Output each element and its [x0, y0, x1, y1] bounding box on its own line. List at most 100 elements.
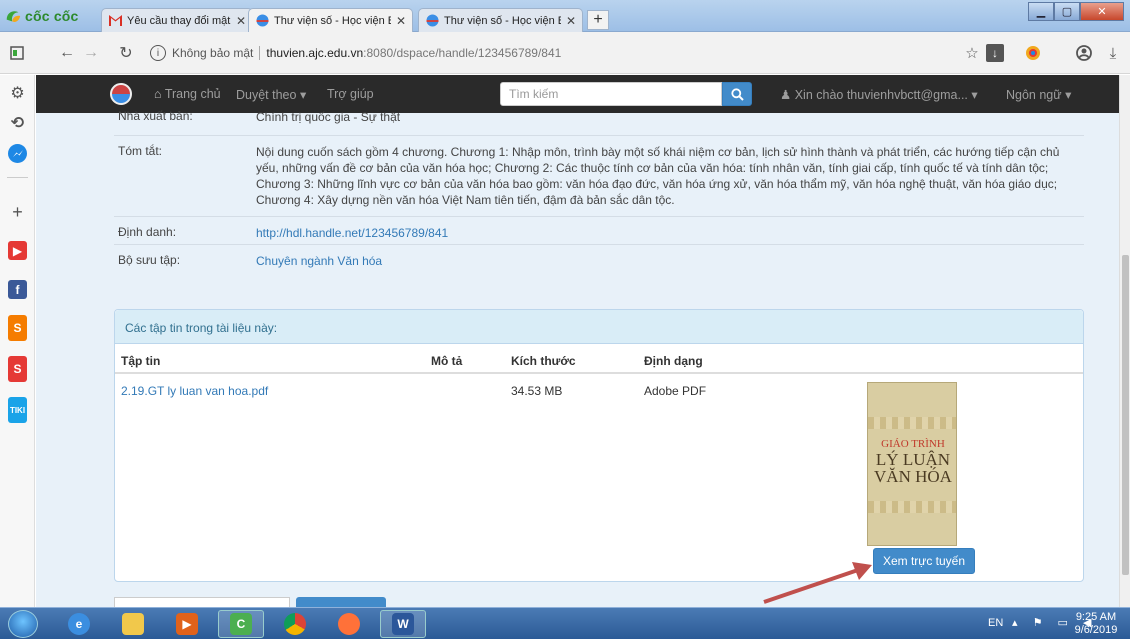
minimize-button[interactable]: ▁	[1028, 2, 1054, 21]
shopee-icon[interactable]: S	[8, 315, 27, 341]
gear-icon[interactable]: ⚙	[8, 83, 27, 102]
user-menu[interactable]: ♟ Xin chào thuvienhvbctt@gma... ▾	[780, 87, 978, 102]
view-online-button[interactable]: Xem trực tuyến	[873, 548, 975, 574]
tiki-icon[interactable]: TIKI	[8, 397, 27, 423]
language-label: Ngôn ngữ	[1006, 88, 1062, 102]
close-window-button[interactable]: ✕	[1080, 2, 1124, 21]
new-tab-button[interactable]: +	[587, 10, 609, 30]
security-label: Không bảo mật	[172, 46, 254, 60]
scrollbar-thumb[interactable]	[1122, 255, 1129, 575]
column-header-size: Kích thước	[511, 354, 576, 368]
language-menu[interactable]: Ngôn ngữ ▾	[1006, 87, 1071, 102]
account-icon[interactable]	[1075, 44, 1093, 62]
browser-titlebar: cốc cốc Yêu cầu thay đổi mật khẩ ✕ Thư v…	[0, 0, 1130, 32]
nav-home-label: Trang chủ	[164, 87, 221, 101]
cover-ornament	[868, 417, 956, 429]
sendo-icon[interactable]: S	[8, 356, 27, 382]
taskbar-coccoc[interactable]: C	[218, 610, 264, 638]
tab-title: Thư viện số - Học viện Bá	[274, 14, 391, 27]
cover-ornament	[868, 501, 956, 513]
internet-explorer-icon: e	[68, 613, 90, 635]
cover-subtitle: GIÁO TRÌNH	[881, 438, 945, 450]
collection-link[interactable]: Chuyên ngành Văn hóa	[256, 253, 1076, 269]
tray-clock[interactable]: 9:25 AM 9/6/2019	[1070, 611, 1122, 637]
taskbar-firefox[interactable]	[326, 610, 372, 638]
header-divider	[115, 372, 1083, 374]
clock-date: 9/6/2019	[1074, 624, 1118, 636]
caret-down-icon: ▾	[971, 88, 978, 102]
bookmark-star-icon[interactable]: ☆	[963, 44, 981, 62]
cover-title: LÝ LUẬN VĂN HÓA	[874, 450, 952, 486]
coccoc-logo-icon	[6, 11, 21, 22]
word-icon: W	[392, 613, 414, 635]
book-cover-thumbnail[interactable]: GIÁO TRÌNH LÝ LUẬN VĂN HÓA	[867, 382, 957, 546]
youtube-icon[interactable]: ▶	[8, 241, 27, 260]
start-button[interactable]	[8, 610, 38, 638]
url-host: thuvien.ajc.edu.vn	[266, 46, 364, 60]
nav-browse-label: Duyệt theo	[236, 88, 297, 102]
clock-time: 9:25 AM	[1075, 611, 1117, 623]
metadata-row-publisher: Nhà xuất bản: Chính trị quốc gia - Sự th…	[114, 101, 1084, 125]
messenger-icon[interactable]	[8, 144, 27, 163]
home-icon: ⌂	[154, 87, 162, 101]
tab-close-icon[interactable]: ✕	[566, 14, 576, 28]
bottom-button-secondary[interactable]	[114, 597, 290, 607]
nav-browse-dropdown[interactable]: Duyệt theo ▾	[236, 87, 306, 102]
tab-gmail[interactable]: Yêu cầu thay đổi mật khẩ ✕	[101, 8, 253, 32]
bottom-button-primary[interactable]	[296, 597, 386, 607]
taskbar-word[interactable]: W	[380, 610, 426, 638]
extension-icon[interactable]	[1024, 44, 1042, 62]
input-language[interactable]: EN	[988, 617, 1003, 629]
dspace-icon	[425, 14, 439, 28]
taskbar-file-explorer[interactable]	[110, 610, 156, 638]
identifier-link[interactable]: http://hdl.handle.net/123456789/841	[256, 225, 1076, 241]
file-link[interactable]: 2.19.GT ly luan van hoa.pdf	[121, 384, 268, 398]
chrome-icon	[284, 613, 306, 635]
info-icon[interactable]: i	[150, 45, 166, 61]
metadata-value: Nội dung cuốn sách gồm 4 chương. Chương …	[256, 145, 1060, 207]
metadata-label: Định danh:	[118, 225, 177, 239]
metadata-row-identifier: Định danh: http://hdl.handle.net/1234567…	[114, 216, 1084, 240]
history-icon[interactable]: ⟲	[8, 113, 27, 132]
downloads-icon[interactable]: ⤓	[1104, 44, 1122, 62]
reload-icon[interactable]: ↻	[115, 42, 137, 64]
file-size: 34.53 MB	[511, 384, 563, 398]
nav-home-link[interactable]: ⌂ Trang chủ	[154, 87, 221, 101]
add-icon[interactable]: +	[8, 202, 27, 222]
tab-title: Yêu cầu thay đổi mật khẩ	[127, 14, 231, 27]
metadata-label: Nhà xuất bản:	[118, 109, 193, 123]
bottom-buttons	[114, 597, 514, 607]
tab-close-icon[interactable]: ✕	[396, 14, 406, 28]
browser-brand[interactable]: cốc cốc	[4, 6, 79, 26]
column-header-format: Định dạng	[644, 354, 703, 368]
column-header-file: Tập tin	[121, 354, 161, 368]
user-icon: ♟	[780, 88, 792, 102]
column-header-description: Mô tả	[431, 354, 463, 368]
omnibox[interactable]: i Không bảo mật thuvien.ajc.edu.vn:8080/…	[150, 40, 940, 66]
tab-dspace[interactable]: Thư viện số - Học viện Bá ✕	[418, 8, 583, 32]
taskbar-media-player[interactable]: ▶	[164, 610, 210, 638]
nav-help-link[interactable]: Trợ giúp	[327, 87, 374, 101]
browser-brand-name: cốc cốc	[25, 8, 79, 24]
savefrom-download-icon[interactable]: ↓	[986, 44, 1004, 62]
search-icon	[730, 87, 744, 101]
metadata-value: Chính trị quốc gia - Sự thật	[256, 110, 401, 124]
caret-down-icon: ▾	[299, 88, 307, 102]
metadata-row-collection: Bộ sưu tập: Chuyên ngành Văn hóa	[114, 244, 1084, 284]
coccoc-icon: C	[230, 613, 252, 635]
sidepanel-toggle-icon[interactable]	[6, 42, 28, 64]
page-scrollbar[interactable]	[1119, 75, 1130, 607]
tab-close-icon[interactable]: ✕	[236, 14, 246, 28]
taskbar-internet-explorer[interactable]: e	[56, 610, 102, 638]
tab-dspace-active[interactable]: Thư viện số - Học viện Bá ✕	[248, 8, 413, 32]
forward-arrow-icon[interactable]: →	[80, 42, 102, 64]
facebook-icon[interactable]: f	[8, 280, 27, 299]
back-arrow-icon[interactable]: ←	[56, 42, 78, 64]
firefox-icon	[338, 613, 360, 635]
file-format: Adobe PDF	[644, 384, 707, 398]
taskbar-chrome[interactable]	[272, 610, 318, 638]
metadata-label: Tóm tắt:	[118, 144, 163, 158]
media-player-icon: ▶	[176, 613, 198, 635]
maximize-button[interactable]: ▢	[1054, 2, 1080, 21]
folder-icon	[122, 613, 144, 635]
